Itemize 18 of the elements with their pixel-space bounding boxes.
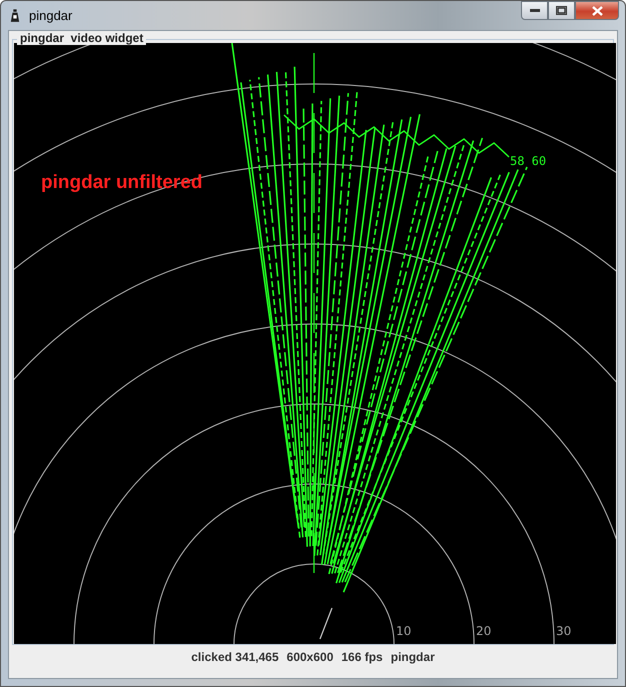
close-button[interactable]: [575, 1, 619, 20]
marker-label: 58 60: [510, 154, 546, 168]
window-title: pingdar: [29, 8, 72, 23]
status-text: 166 fps: [341, 650, 383, 664]
range-label: 30: [556, 624, 572, 638]
panel-title: pingdar video widget: [17, 31, 146, 45]
status-text: clicked 341,465: [191, 650, 279, 664]
range-label: 10: [396, 624, 412, 638]
minimize-button[interactable]: [521, 1, 548, 20]
status-text: 600x600: [286, 650, 334, 664]
maximize-button[interactable]: [548, 1, 575, 20]
app-icon: [10, 8, 20, 22]
range-label: 20: [476, 624, 492, 638]
status-text: pingdar: [390, 650, 435, 664]
minimize-icon: [530, 8, 540, 12]
maximize-icon: [556, 6, 567, 15]
sweep-line: [319, 608, 333, 640]
close-icon: [592, 6, 602, 16]
